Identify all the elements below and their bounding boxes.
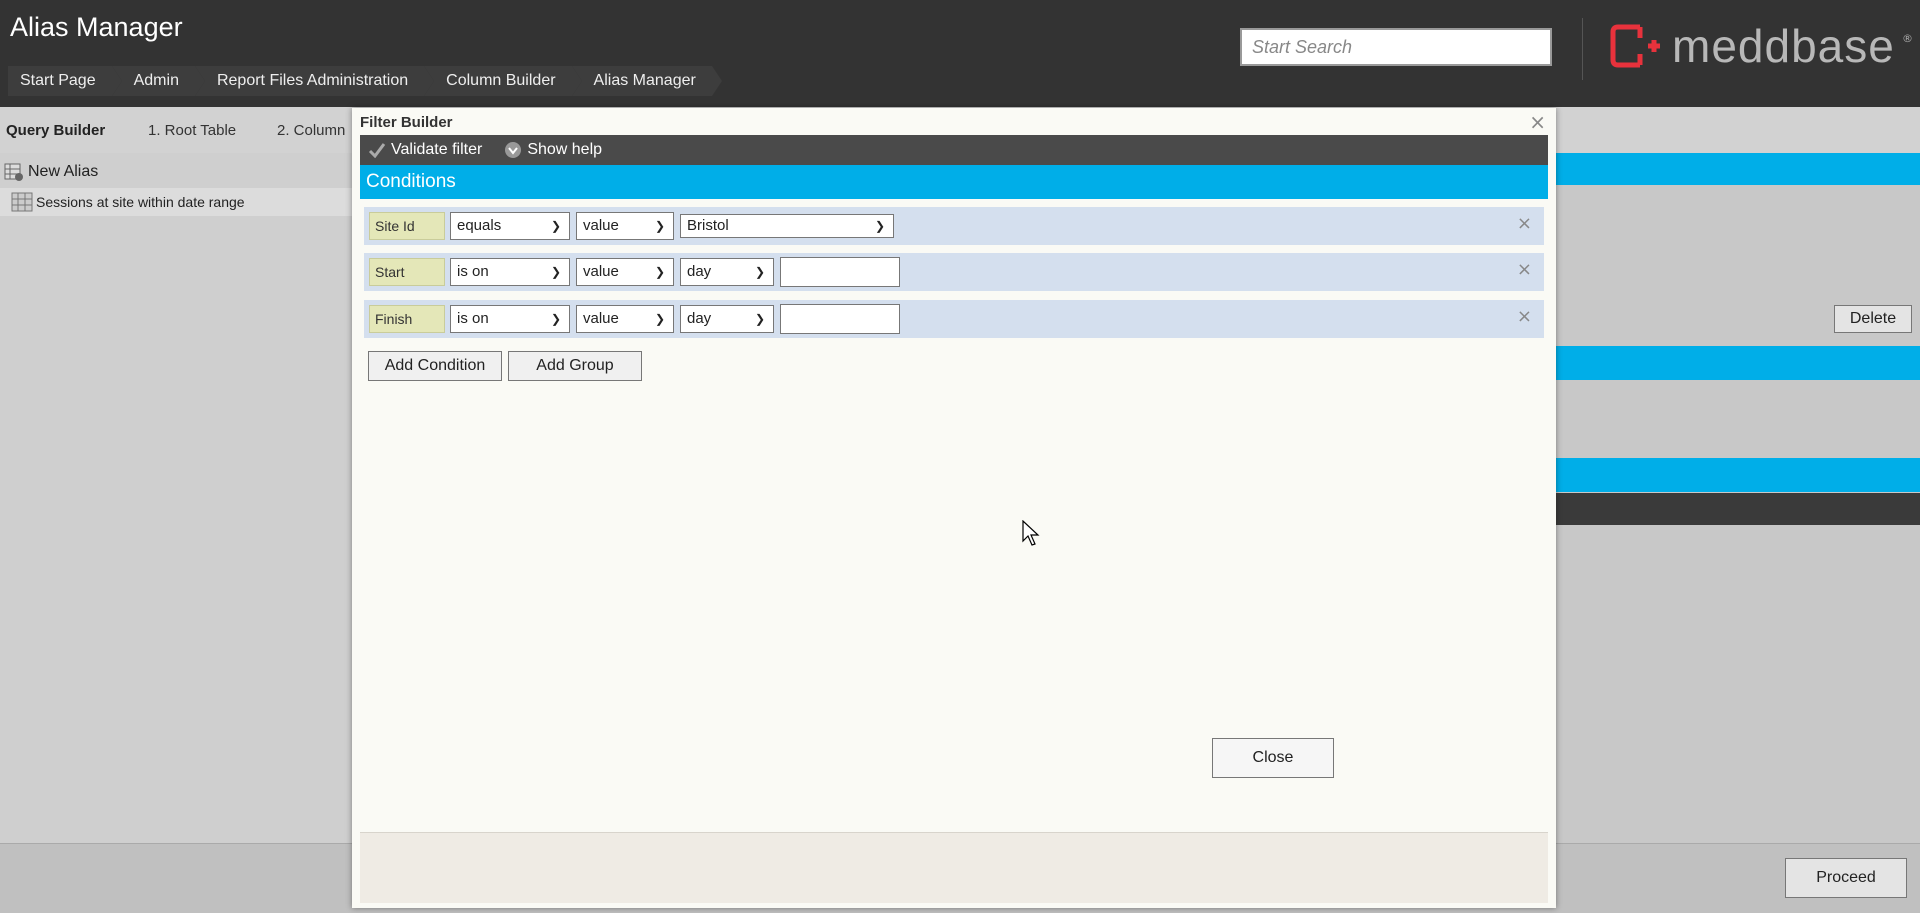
delete-button[interactable]: Delete	[1834, 305, 1912, 333]
logo-registered-mark: ®	[1902, 32, 1913, 45]
chevron-down-icon: ❯	[754, 312, 765, 326]
query-builder-title: Query Builder	[6, 122, 106, 139]
operator-value: is on	[457, 310, 489, 327]
breadcrumb-report-files-administration[interactable]: Report Files Administration	[194, 66, 435, 96]
section-band-3	[1556, 458, 1920, 492]
unit-select[interactable]: day ❯	[680, 258, 774, 286]
validate-filter-label: Validate filter	[391, 141, 483, 158]
value-select[interactable]: Bristol ❯	[680, 214, 894, 238]
chevron-down-icon: ❯	[550, 312, 561, 326]
operator-select[interactable]: is on ❯	[450, 258, 570, 286]
filter-builder-dialog: Filter Builder × Validate filter Show he…	[352, 108, 1556, 908]
remove-condition-icon[interactable]: ×	[1517, 259, 1532, 280]
page-title: Alias Manager	[10, 12, 183, 42]
dialog-title: Filter Builder	[360, 114, 453, 131]
chevron-down-icon: ❯	[550, 219, 561, 233]
help-down-icon	[505, 142, 522, 158]
value-type-value: value	[583, 263, 619, 280]
operator-value: equals	[457, 217, 502, 234]
chevron-down-icon: ❯	[654, 219, 665, 233]
value-type-select[interactable]: value ❯	[576, 305, 674, 333]
breadcrumb-start-page[interactable]: Start Page	[8, 66, 122, 96]
condition-row: Finish is on ❯ value ❯ day ❯ ×	[364, 300, 1544, 338]
header-divider	[1582, 18, 1583, 80]
condition-row: Start is on ❯ value ❯ day ❯ ×	[364, 253, 1544, 291]
value-type-value: value	[583, 310, 619, 327]
value-type-select[interactable]: value ❯	[576, 212, 674, 240]
chevron-down-icon: ❯	[654, 265, 665, 279]
breadcrumb-admin[interactable]: Admin	[111, 66, 206, 96]
condition-field[interactable]: Finish	[369, 305, 445, 333]
add-group-button[interactable]: Add Group	[508, 351, 642, 381]
operator-value: is on	[457, 263, 489, 280]
chevron-down-icon: ❯	[874, 219, 885, 233]
breadcrumb-alias-manager[interactable]: Alias Manager	[571, 66, 723, 96]
validate-filter-button[interactable]: Validate filter	[368, 141, 482, 159]
logo-mark-icon	[1610, 24, 1660, 68]
show-help-button[interactable]: Show help	[504, 141, 602, 159]
check-icon	[368, 143, 386, 158]
section-band-1	[1556, 153, 1920, 185]
show-help-label: Show help	[527, 141, 603, 158]
chevron-down-icon: ❯	[550, 265, 561, 279]
close-icon[interactable]: ×	[1529, 110, 1546, 134]
breadcrumb: Start Page Admin Report Files Administra…	[8, 66, 723, 96]
value-type-select[interactable]: value ❯	[576, 258, 674, 286]
proceed-button[interactable]: Proceed	[1785, 858, 1907, 898]
condition-row: Site Id equals ❯ value ❯ Bristol ❯ ×	[364, 207, 1544, 245]
unit-select[interactable]: day ❯	[680, 305, 774, 333]
alias-name: Sessions at site within date range	[36, 194, 245, 210]
remove-condition-icon[interactable]: ×	[1517, 306, 1532, 327]
chevron-down-icon: ❯	[754, 265, 765, 279]
mouse-pointer-icon	[1022, 520, 1040, 546]
operator-select[interactable]: equals ❯	[450, 212, 570, 240]
table-grid-icon	[11, 192, 33, 212]
date-input[interactable]	[780, 304, 900, 334]
section-band-2	[1556, 346, 1920, 380]
unit-value: day	[687, 263, 712, 280]
meddbase-logo: meddbase ®	[1610, 18, 1913, 78]
conditions-header: Conditions	[360, 165, 1548, 199]
dialog-footer	[360, 832, 1548, 903]
chevron-down-icon: ❯	[654, 312, 665, 326]
value-type-value: value	[583, 217, 619, 234]
breadcrumb-column-builder[interactable]: Column Builder	[424, 66, 582, 96]
step-column[interactable]: 2. Column	[277, 122, 345, 139]
search-input[interactable]	[1240, 28, 1552, 66]
dialog-toolbar: Validate filter Show help	[360, 135, 1548, 165]
add-condition-button[interactable]: Add Condition	[368, 351, 502, 381]
new-alias-label: New Alias	[28, 163, 99, 180]
logo-text: meddbase	[1672, 20, 1895, 72]
close-button[interactable]: Close	[1212, 738, 1334, 778]
app-header: Alias Manager meddbase ® Start Page Admi…	[0, 0, 1920, 107]
operator-select[interactable]: is on ❯	[450, 305, 570, 333]
section-dark-bar	[1556, 493, 1920, 525]
new-alias-icon	[4, 163, 23, 181]
value-selected: Bristol	[687, 217, 729, 234]
remove-condition-icon[interactable]: ×	[1517, 213, 1532, 234]
new-alias-button[interactable]: New Alias	[4, 162, 98, 182]
unit-value: day	[687, 310, 712, 327]
condition-field[interactable]: Site Id	[369, 212, 445, 240]
alias-list-panel	[0, 153, 352, 843]
condition-field[interactable]: Start	[369, 258, 445, 286]
list-item[interactable]: Sessions at site within date range	[0, 188, 352, 216]
step-root-table[interactable]: 1. Root Table	[148, 122, 236, 139]
date-input[interactable]	[780, 257, 900, 287]
